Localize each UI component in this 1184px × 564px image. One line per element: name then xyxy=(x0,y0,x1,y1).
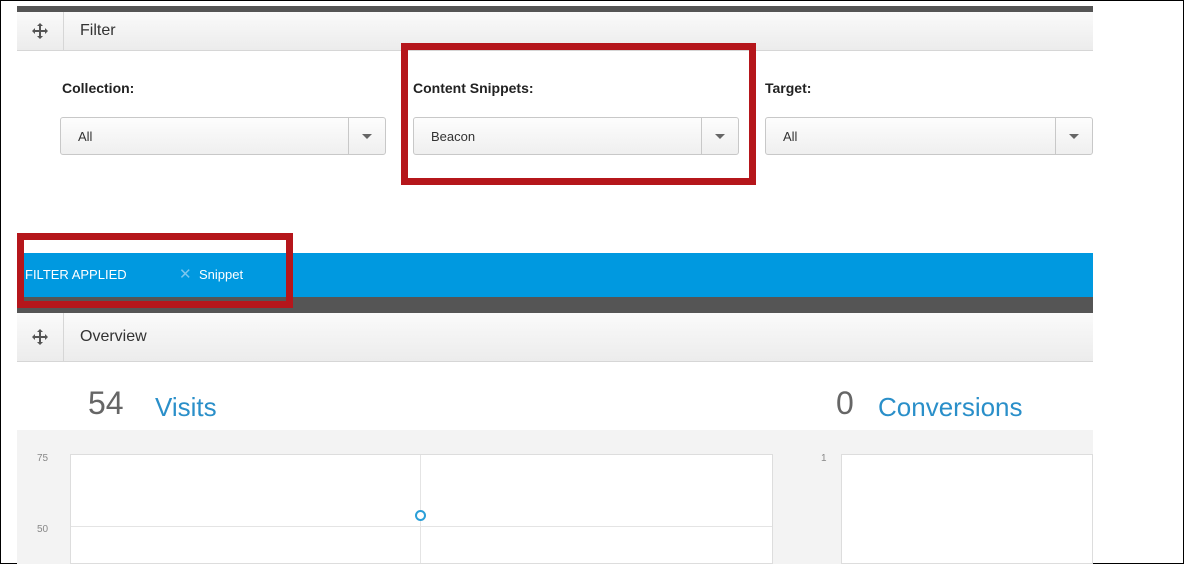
move-icon xyxy=(32,329,48,345)
conversions-link[interactable]: Conversions xyxy=(878,392,1023,423)
y-tick-75: 75 xyxy=(37,453,49,464)
move-handle[interactable] xyxy=(17,313,64,361)
move-handle[interactable] xyxy=(17,12,64,50)
target-value: All xyxy=(783,129,798,144)
target-dropdown-arrow[interactable] xyxy=(1055,118,1092,154)
charts-area: 75 50 1 xyxy=(17,430,1093,564)
collection-label: Collection: xyxy=(62,80,135,96)
y-tick-50: 50 xyxy=(37,524,49,535)
highlight-box-content-snippets xyxy=(401,43,756,185)
y-tick-1: 1 xyxy=(821,453,827,464)
chevron-down-icon xyxy=(362,133,372,139)
collection-select[interactable]: All xyxy=(60,117,386,155)
highlight-box-filter-applied xyxy=(17,233,293,308)
gridline xyxy=(71,526,772,527)
overview-panel-header: Overview xyxy=(17,313,1093,362)
conversions-count: 0 xyxy=(836,385,854,421)
target-select[interactable]: All xyxy=(765,117,1093,155)
move-icon xyxy=(32,23,48,39)
visits-link[interactable]: Visits xyxy=(155,392,217,423)
filter-panel-title: Filter xyxy=(80,22,116,39)
overview-panel-title: Overview xyxy=(80,328,147,345)
visits-chart xyxy=(70,454,773,564)
collection-dropdown-arrow[interactable] xyxy=(348,118,385,154)
target-label: Target: xyxy=(765,80,812,96)
data-point[interactable] xyxy=(415,509,426,521)
visits-count: 54 xyxy=(88,385,124,421)
conversions-chart xyxy=(841,454,1093,564)
chevron-down-icon xyxy=(1069,133,1079,139)
collection-value: All xyxy=(78,129,93,144)
